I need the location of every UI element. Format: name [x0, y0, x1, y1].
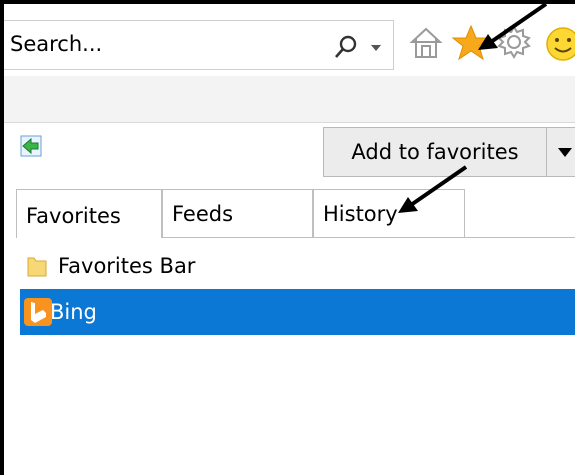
callout-arrow-history: [398, 165, 468, 213]
list-item-favorites-bar[interactable]: Favorites Bar: [20, 243, 575, 289]
tab-feeds[interactable]: Feeds: [162, 189, 313, 237]
chevron-down-icon: [558, 148, 572, 157]
bing-icon: [24, 298, 52, 326]
chevron-down-icon[interactable]: [370, 43, 382, 53]
callout-arrow-star: [478, 2, 548, 50]
search-input[interactable]: Search...: [10, 32, 102, 56]
home-icon[interactable]: [409, 26, 443, 60]
favorites-list: Favorites Bar Bing: [20, 243, 575, 335]
favorites-panel: Add to favorites Favorites Feeds History…: [4, 122, 575, 476]
search-icon[interactable]: [334, 35, 358, 59]
folder-icon: [27, 257, 47, 277]
list-item-label: Bing: [50, 300, 97, 324]
command-bar: [4, 76, 575, 122]
add-to-favorites-dropdown[interactable]: [546, 127, 575, 177]
search-box[interactable]: Search...: [4, 20, 394, 70]
list-item-label: Favorites Bar: [58, 254, 196, 278]
back-arrow-icon[interactable]: [20, 135, 42, 157]
list-item-bing[interactable]: Bing: [20, 289, 575, 335]
panel-tabs: Favorites Feeds History: [16, 189, 575, 238]
tab-favorites[interactable]: Favorites: [16, 189, 162, 238]
